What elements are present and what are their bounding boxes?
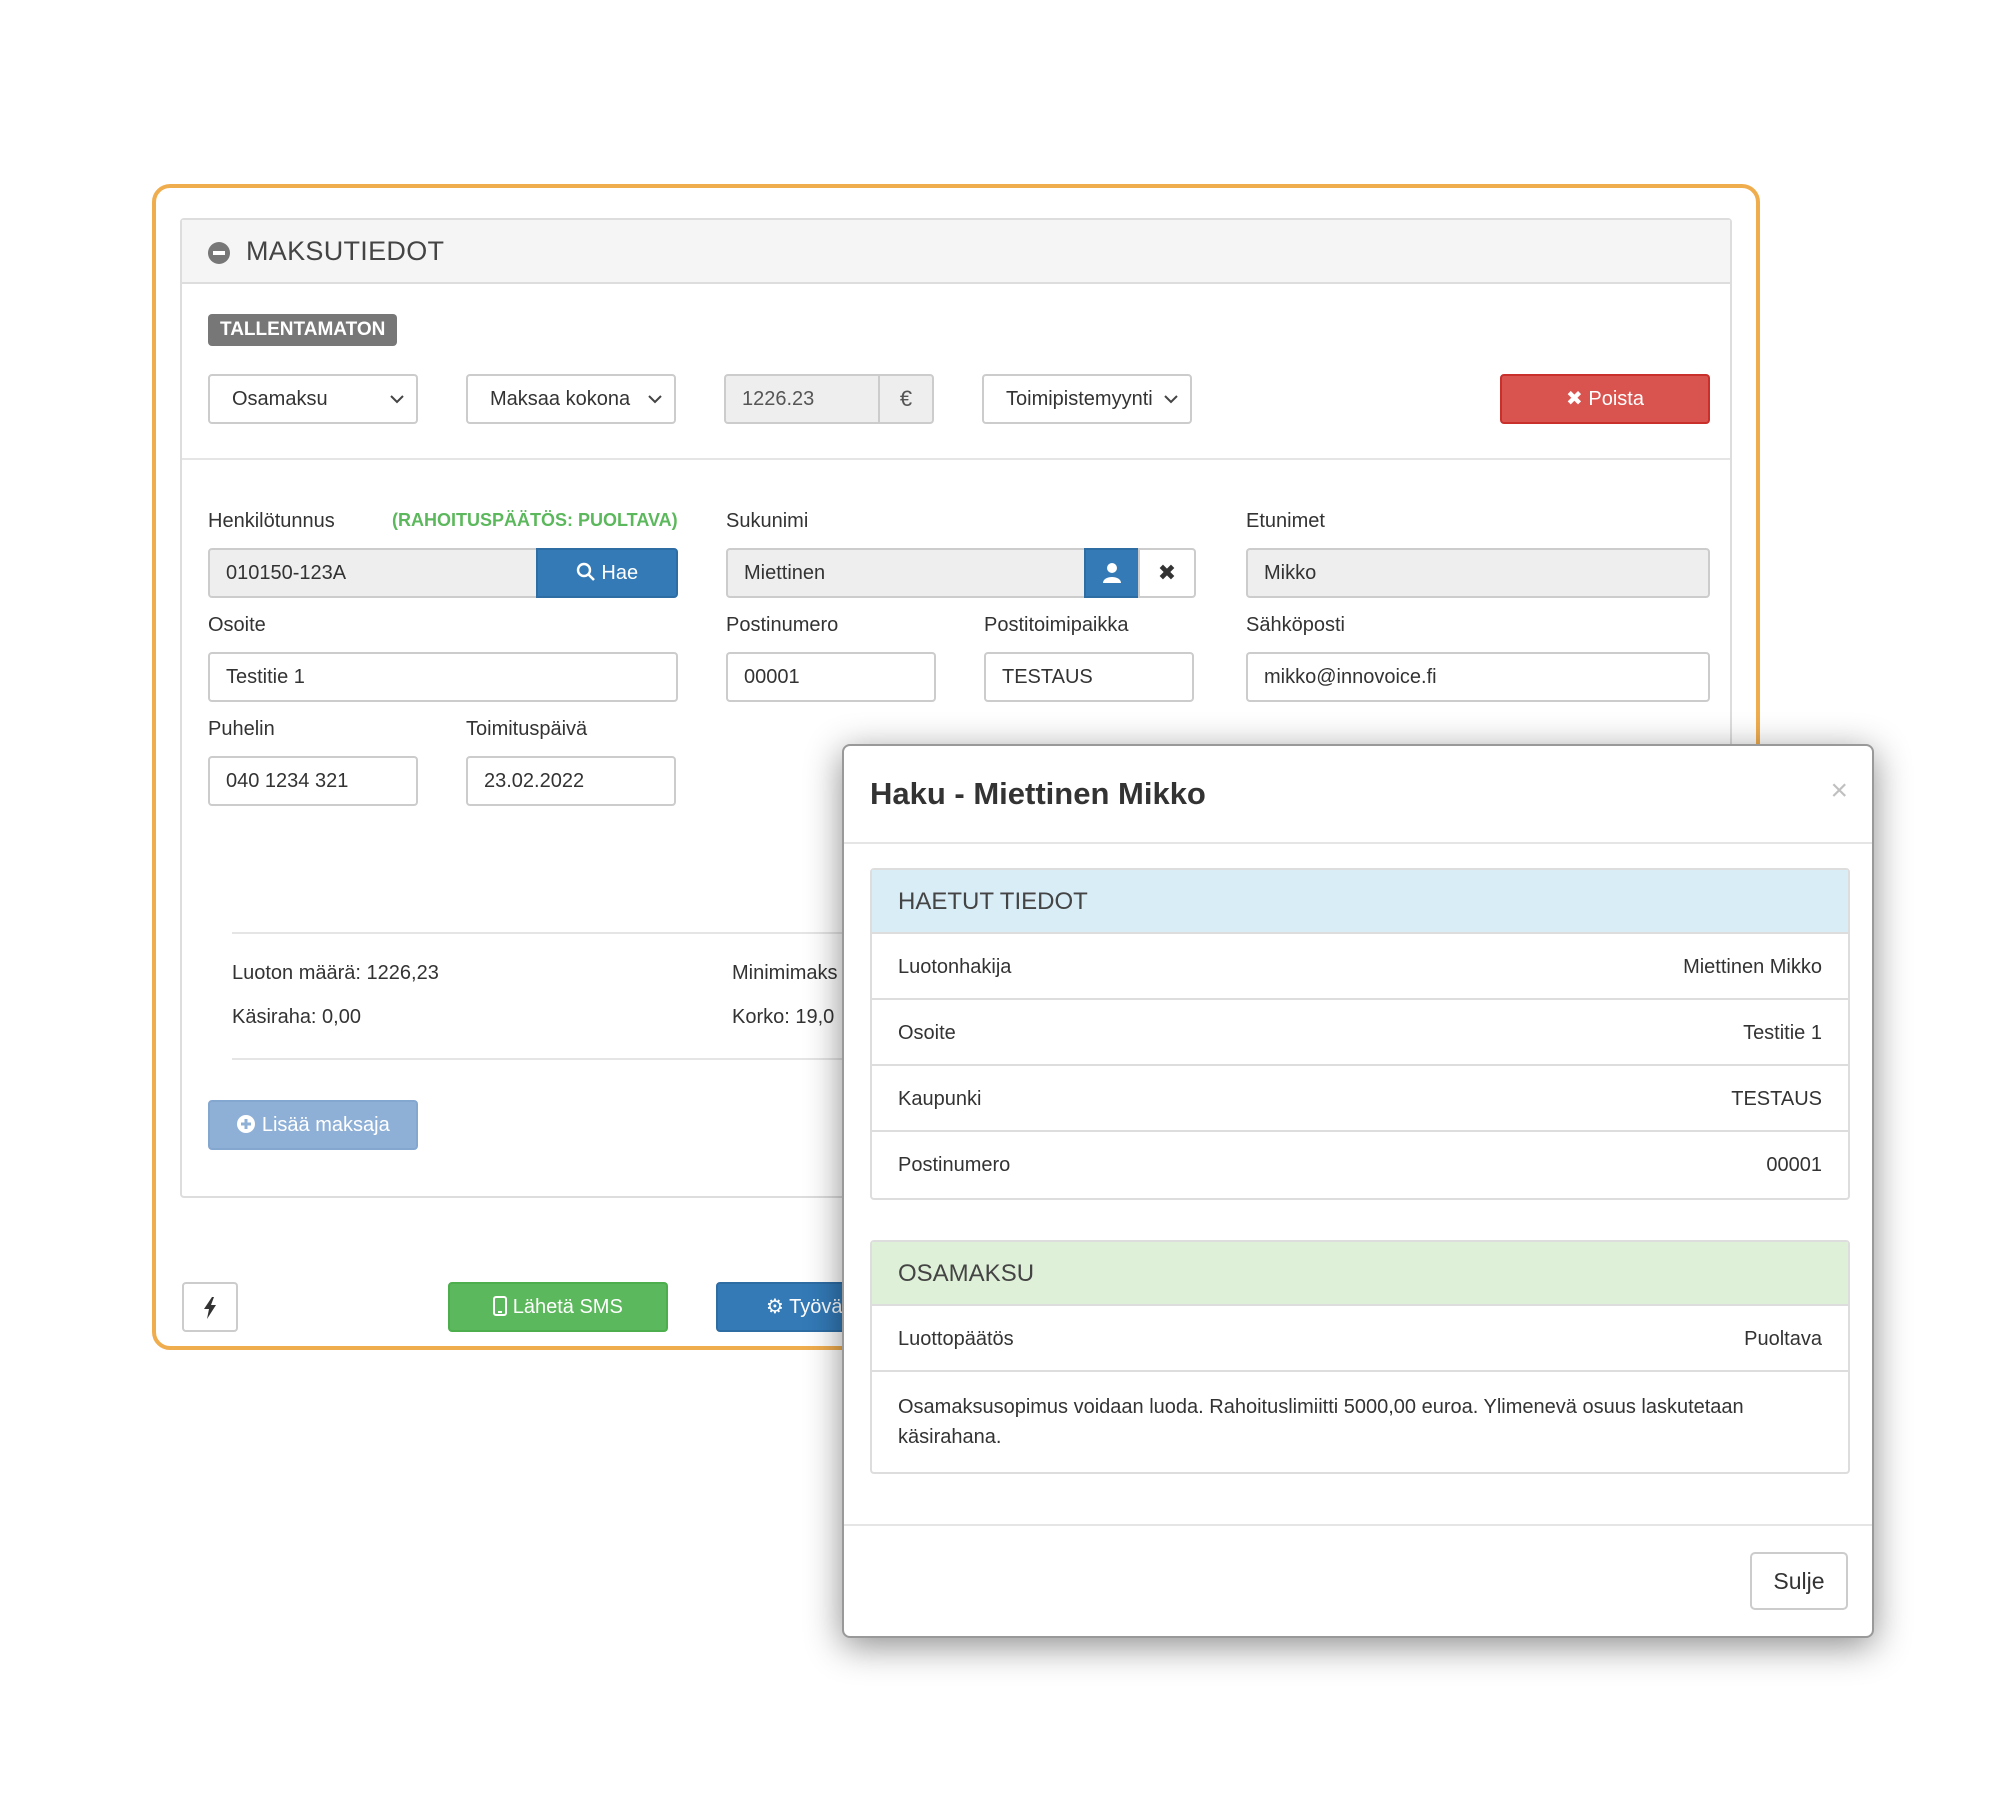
currency-addon: € xyxy=(878,376,932,422)
times-icon: ✖ xyxy=(1157,560,1177,585)
send-sms-label: Lähetä SMS xyxy=(512,1296,623,1318)
decision-note: (RAHOITUSPÄÄTÖS: PUOLTAVA) xyxy=(392,510,678,530)
installment-panel: OSAMAKSU Luottopäätös Puoltava Osamaksus… xyxy=(870,1240,1850,1474)
minus-circle-icon[interactable] xyxy=(208,242,230,264)
search-button[interactable]: Hae xyxy=(536,548,678,598)
lastname-input[interactable]: Miettinen xyxy=(726,548,1086,598)
close-button[interactable]: Sulje xyxy=(1750,1552,1848,1610)
chevron-down-icon xyxy=(390,395,404,404)
list-item: Postinumero 00001 xyxy=(872,1132,1848,1198)
divider xyxy=(232,1058,892,1060)
down-payment: Käsiraha: 0,00 xyxy=(232,1006,361,1028)
email-label: Sähköposti xyxy=(1246,614,1345,636)
row-value: TESTAUS xyxy=(1731,1088,1822,1110)
close-icon[interactable]: × xyxy=(1830,774,1848,808)
city-input[interactable]: TESTAUS xyxy=(984,652,1194,702)
delete-button-label: Poista xyxy=(1588,388,1644,410)
divider xyxy=(182,458,1730,460)
ssn-input[interactable]: 010150-123A xyxy=(208,548,538,598)
sales-channel-value: Toimipistemyynti xyxy=(1006,388,1153,410)
add-payer-button[interactable]: Lisää maksaja xyxy=(208,1100,418,1150)
send-sms-button[interactable]: Lähetä SMS xyxy=(448,1282,668,1332)
panel-title: MAKSUTIEDOT xyxy=(246,236,445,266)
postcode-input[interactable]: 00001 xyxy=(726,652,936,702)
bolt-icon xyxy=(204,1297,216,1319)
ssn-label: Henkilötunnus xyxy=(208,510,335,532)
row-label: Osoite xyxy=(898,1022,956,1044)
amount-input[interactable]: 1226.23 xyxy=(742,376,814,422)
search-icon xyxy=(576,562,595,581)
delivery-date-label: Toimituspäivä xyxy=(466,718,588,740)
address-input[interactable]: Testitie 1 xyxy=(208,652,678,702)
firstnames-input[interactable]: Mikko xyxy=(1246,548,1710,598)
list-item: Osoite Testitie 1 xyxy=(872,1000,1848,1066)
add-payer-label: Lisää maksaja xyxy=(261,1114,390,1136)
sales-channel-select[interactable]: Toimipistemyynti xyxy=(982,374,1192,424)
work-order-label: Työvä xyxy=(789,1296,843,1318)
delivery-date-input[interactable]: 23.02.2022 xyxy=(466,756,676,806)
quick-action-button[interactable] xyxy=(182,1282,238,1332)
phone-label: Puhelin xyxy=(208,718,275,740)
close-button-label: Sulje xyxy=(1773,1568,1825,1594)
minimum-payment: Minimimaks xyxy=(732,962,838,984)
payment-type-select[interactable]: Osamaksu xyxy=(208,374,418,424)
list-item: Kaupunki TESTAUS xyxy=(872,1066,1848,1132)
postcode-label: Postinumero xyxy=(726,614,839,636)
loan-amount: Luoton määrä: 1226,23 xyxy=(232,962,439,984)
mobile-phone-icon xyxy=(493,1296,508,1316)
fetched-data-panel: HAETUT TIEDOT Luotonhakija Miettinen Mik… xyxy=(870,868,1850,1200)
status-badge: TALLENTAMATON xyxy=(208,314,398,346)
list-item: Luottopäätös Puoltava xyxy=(872,1306,1848,1372)
installment-heading: OSAMAKSU xyxy=(872,1242,1848,1306)
gear-icon: ⚙ xyxy=(766,1296,784,1318)
modal-title: Haku - Miettinen Mikko xyxy=(870,776,1206,811)
fetched-data-heading: HAETUT TIEDOT xyxy=(872,870,1848,934)
decision-label: Luottopäätös xyxy=(898,1328,1014,1350)
decision-message: Osamaksusopimus voidaan luoda. Rahoitusl… xyxy=(898,1396,1744,1448)
plus-circle-icon xyxy=(237,1115,256,1133)
address-label: Osoite xyxy=(208,614,266,636)
row-value: Miettinen Mikko xyxy=(1683,956,1822,978)
row-label: Kaupunki xyxy=(898,1088,982,1110)
payment-mode-select[interactable]: Maksaa kokona xyxy=(466,374,676,424)
payment-type-value: Osamaksu xyxy=(232,388,328,410)
modal-header-divider xyxy=(844,842,1872,844)
modal-footer-divider xyxy=(844,1524,1872,1526)
user-icon xyxy=(1103,563,1121,583)
row-label: Luotonhakija xyxy=(898,956,1012,978)
interest-rate: Korko: 19,0 xyxy=(732,1006,835,1028)
row-label: Postinumero xyxy=(898,1154,1011,1176)
payment-mode-value: Maksaa kokona xyxy=(490,388,631,410)
chevron-down-icon xyxy=(1162,390,1180,408)
times-icon: ✖ xyxy=(1566,388,1583,410)
customer-lookup-button[interactable] xyxy=(1084,548,1140,598)
chevron-down-icon xyxy=(648,395,662,404)
amount-input-group[interactable]: 1226.23 € xyxy=(724,374,934,424)
firstnames-label: Etunimet xyxy=(1246,510,1325,532)
row-value: Testitie 1 xyxy=(1743,1022,1822,1044)
city-label: Postitoimipaikka xyxy=(984,614,1129,636)
divider xyxy=(232,932,892,934)
decision-value: Puoltava xyxy=(1744,1328,1822,1350)
delete-button[interactable]: ✖ Poista xyxy=(1500,374,1710,424)
list-item: Luotonhakija Miettinen Mikko xyxy=(872,934,1848,1000)
clear-lastname-button[interactable]: ✖ xyxy=(1138,548,1196,598)
phone-input[interactable]: 040 1234 321 xyxy=(208,756,418,806)
search-result-modal: Haku - Miettinen Mikko × HAETUT TIEDOT L… xyxy=(842,744,1874,1638)
lastname-label: Sukunimi xyxy=(726,510,809,532)
row-value: 00001 xyxy=(1766,1154,1822,1176)
email-input[interactable]: mikko@innovoice.fi xyxy=(1246,652,1710,702)
search-button-label: Hae xyxy=(601,562,639,584)
panel-header[interactable]: MAKSUTIEDOT xyxy=(182,220,1730,284)
